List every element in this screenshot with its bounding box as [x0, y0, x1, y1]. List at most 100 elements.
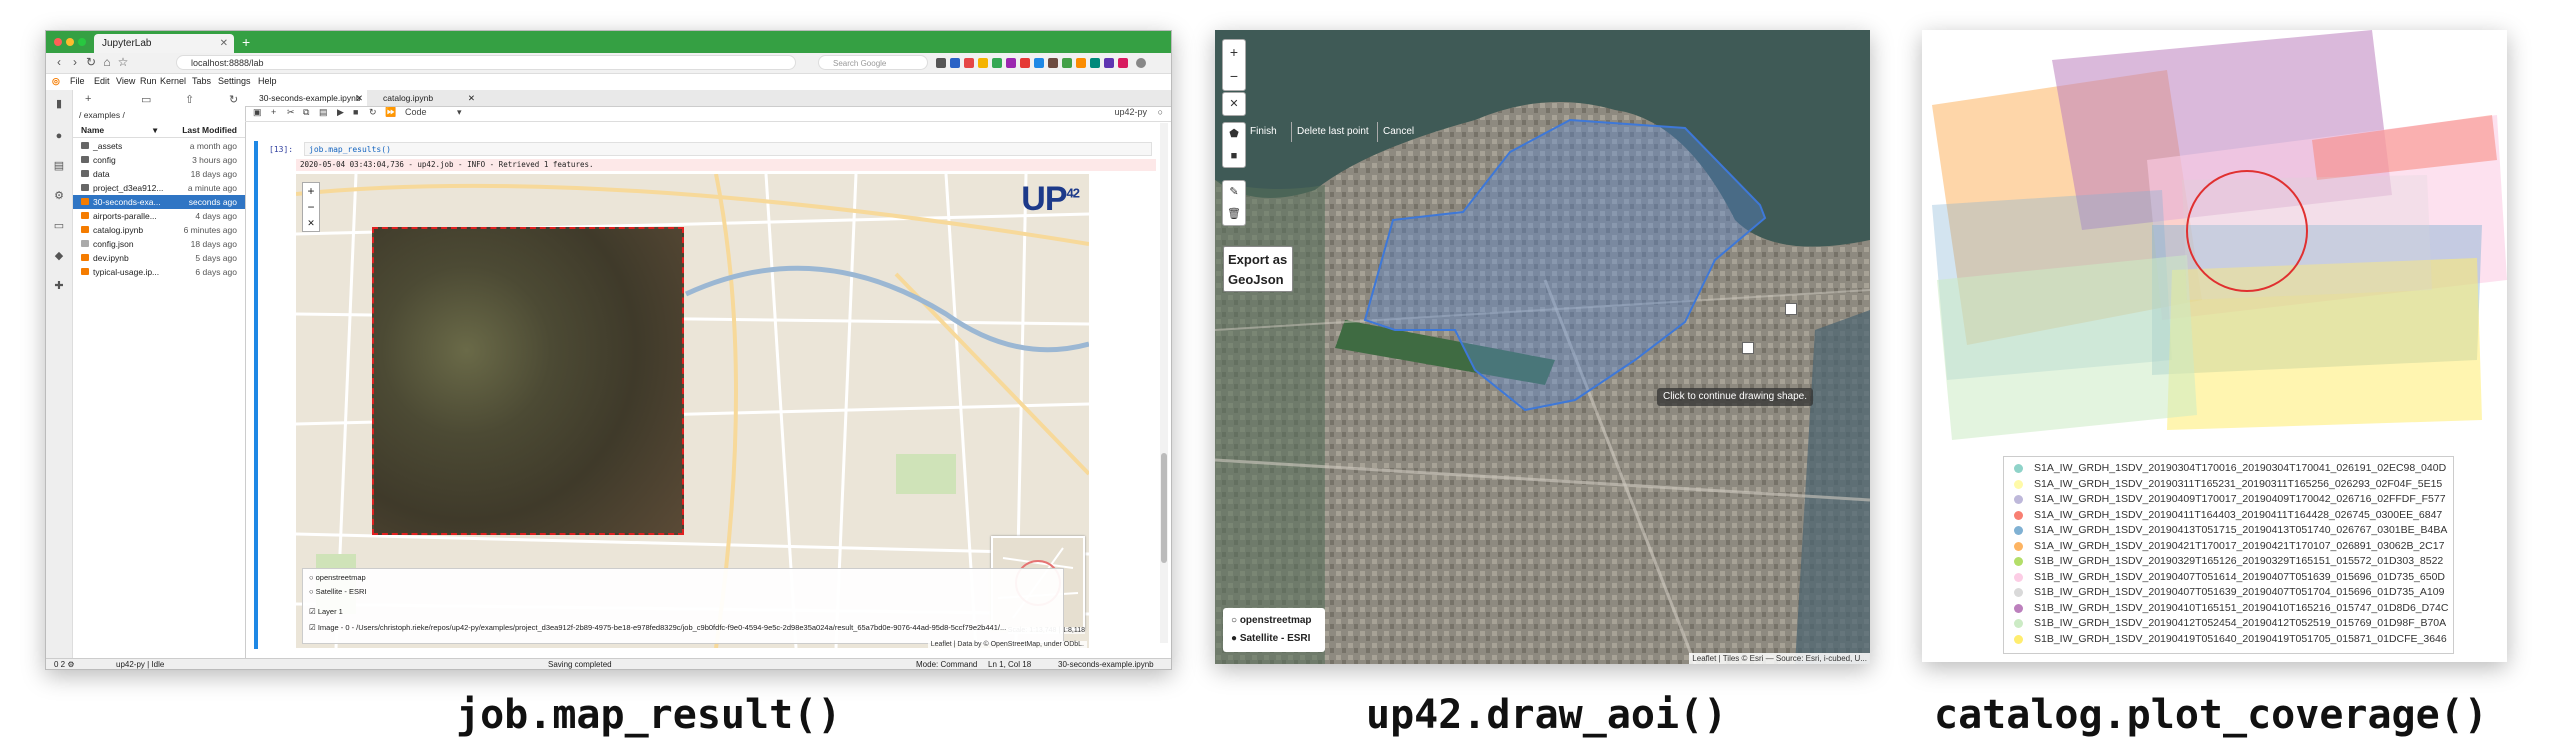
menu-tabs[interactable]: Tabs: [192, 76, 211, 86]
chevron-down-icon[interactable]: ▾: [457, 107, 462, 118]
upload-icon[interactable]: ⇧: [185, 93, 194, 106]
fast-forward-icon[interactable]: ⏩: [385, 107, 396, 118]
layer-option[interactable]: ○ openstreetmap: [1231, 615, 1312, 626]
finish-button[interactable]: Finish: [1245, 122, 1291, 142]
notebook-scrollbar[interactable]: [1160, 123, 1168, 643]
run-icon[interactable]: ▶: [337, 107, 344, 118]
file-row[interactable]: config 3 hours ago: [73, 153, 245, 167]
kernel-status[interactable]: up42-py | Idle: [116, 659, 164, 669]
menu-file[interactable]: File: [70, 76, 85, 86]
tab-catalog[interactable]: catalog.ipynb ✕: [369, 90, 479, 106]
close-window-icon[interactable]: [54, 38, 62, 46]
extension-icon[interactable]: [992, 58, 1002, 68]
zoom-out-button[interactable]: −: [1223, 64, 1245, 88]
property-inspector-icon[interactable]: ⚙: [53, 190, 65, 202]
browser-tab[interactable]: JupyterLab ✕: [94, 34, 234, 53]
new-tab-icon[interactable]: +: [242, 35, 256, 49]
menu-run[interactable]: Run: [140, 76, 157, 86]
file-row[interactable]: catalog.ipynb 6 minutes ago: [73, 223, 245, 237]
tab-30-seconds-example[interactable]: 30-seconds-example.ipynb ✕: [245, 90, 367, 106]
layer-option[interactable]: ○ Satellite - ESRI: [309, 587, 366, 596]
tabs-icon[interactable]: ▭: [53, 220, 65, 232]
extension-icon[interactable]: [978, 58, 988, 68]
sort-chevron-icon[interactable]: ▾: [153, 125, 157, 136]
back-icon[interactable]: ‹: [52, 55, 66, 69]
close-icon[interactable]: ✕: [356, 90, 363, 106]
draw-aoi-map[interactable]: + − ✕ ⬟ ■ ✎ 🗑 Finish Delete last point C…: [1215, 30, 1870, 664]
extension-icon[interactable]: [1020, 58, 1030, 68]
extension-icon[interactable]: [1104, 58, 1114, 68]
delete-last-point-button[interactable]: Delete last point: [1291, 122, 1377, 142]
file-row[interactable]: typical-usage.ip... 6 days ago: [73, 265, 245, 279]
refresh-icon[interactable]: ↻: [229, 93, 238, 106]
file-row[interactable]: _assets a month ago: [73, 139, 245, 153]
zoom-in-button[interactable]: +: [303, 183, 319, 199]
scrollbar-thumb[interactable]: [1161, 453, 1167, 563]
cell-type-select[interactable]: Code: [405, 107, 427, 117]
cut-icon[interactable]: ✂: [287, 107, 295, 118]
close-icon[interactable]: ✕: [468, 90, 475, 106]
breadcrumb[interactable]: / examples /: [79, 110, 125, 120]
export-geojson-button[interactable]: Export as GeoJson: [1223, 246, 1293, 292]
file-row-selected[interactable]: 30-seconds-exa... seconds ago: [73, 195, 245, 209]
insert-cell-icon[interactable]: +: [271, 107, 276, 117]
git-icon[interactable]: ◆: [53, 250, 65, 262]
cursor-position[interactable]: Ln 1, Col 18: [988, 659, 1031, 669]
reload-icon[interactable]: ↻: [84, 55, 98, 69]
folder-icon[interactable]: ▮: [53, 98, 65, 110]
restart-icon[interactable]: ↻: [369, 107, 377, 118]
close-tab-icon[interactable]: ✕: [220, 34, 228, 53]
extension-icon[interactable]: [1048, 58, 1058, 68]
forward-icon[interactable]: ›: [68, 55, 82, 69]
fullscreen-icon[interactable]: ✕: [1222, 92, 1246, 116]
commands-icon[interactable]: ▤: [53, 160, 65, 172]
delete-layers-icon[interactable]: 🗑: [1223, 203, 1245, 225]
extension-icon[interactable]: [1118, 58, 1128, 68]
copy-icon[interactable]: ⧉: [303, 107, 309, 118]
bookmark-icon[interactable]: ☆: [116, 55, 130, 69]
menu-kernel[interactable]: Kernel: [160, 76, 186, 86]
map-attribution[interactable]: Leaflet | Data by © OpenStreetMap, under…: [927, 641, 1087, 648]
result-map[interactable]: + − ✕ UP42 Scale: 1:13,748 | 1:8,118 ○ o…: [296, 174, 1089, 648]
minimize-window-icon[interactable]: [66, 38, 74, 46]
status-indicators[interactable]: 0 2 ⚙: [54, 659, 75, 669]
save-icon[interactable]: ▣: [253, 107, 262, 118]
extension-icon[interactable]: [936, 58, 946, 68]
menu-edit[interactable]: Edit: [94, 76, 110, 86]
zoom-in-button[interactable]: +: [1223, 40, 1245, 64]
layer-checkbox[interactable]: ☑ Image - 0 - /Users/christoph.rieke/rep…: [309, 623, 1054, 632]
column-name[interactable]: Name: [81, 125, 104, 135]
cancel-button[interactable]: Cancel: [1377, 122, 1421, 142]
extension-icon[interactable]: [1062, 58, 1072, 68]
home-icon[interactable]: ⌂: [100, 55, 114, 69]
code-cell-input[interactable]: job.map_results(): [304, 142, 1152, 156]
new-folder-icon[interactable]: ▭: [141, 93, 151, 106]
profile-icon[interactable]: [1136, 58, 1146, 68]
layer-checkbox[interactable]: ☑ Layer 1: [309, 607, 343, 616]
extension-icon[interactable]: [1034, 58, 1044, 68]
extension-manager-icon[interactable]: ✚: [53, 280, 65, 292]
vertex-handle[interactable]: [1742, 342, 1754, 354]
fullscreen-icon[interactable]: ✕: [303, 215, 319, 231]
extension-icon[interactable]: [1090, 58, 1100, 68]
file-row[interactable]: airports-paralle... 4 days ago: [73, 209, 245, 223]
column-modified[interactable]: Last Modified: [182, 125, 237, 135]
running-icon[interactable]: ●: [53, 130, 65, 142]
extension-icon[interactable]: [964, 58, 974, 68]
paste-icon[interactable]: ▤: [319, 107, 328, 118]
file-row[interactable]: config.json 18 days ago: [73, 237, 245, 251]
extension-icon[interactable]: [1006, 58, 1016, 68]
kernel-name[interactable]: up42-py: [1114, 107, 1147, 117]
search-input[interactable]: Search Google: [818, 55, 928, 70]
map-attribution[interactable]: Leaflet | Tiles © Esri — Source: Esri, i…: [1689, 653, 1870, 664]
draw-polygon-icon[interactable]: ⬟: [1223, 123, 1245, 145]
new-launcher-icon[interactable]: +: [85, 93, 91, 105]
menu-view[interactable]: View: [116, 76, 135, 86]
stop-icon[interactable]: ■: [353, 107, 358, 117]
vertex-handle[interactable]: [1785, 303, 1797, 315]
draw-rectangle-icon[interactable]: ■: [1223, 145, 1245, 167]
layer-option[interactable]: ○ openstreetmap: [309, 573, 366, 582]
file-row[interactable]: project_d3ea912... a minute ago: [73, 181, 245, 195]
maximize-window-icon[interactable]: [78, 38, 86, 46]
layer-option[interactable]: ● Satellite - ESRI: [1231, 633, 1310, 644]
